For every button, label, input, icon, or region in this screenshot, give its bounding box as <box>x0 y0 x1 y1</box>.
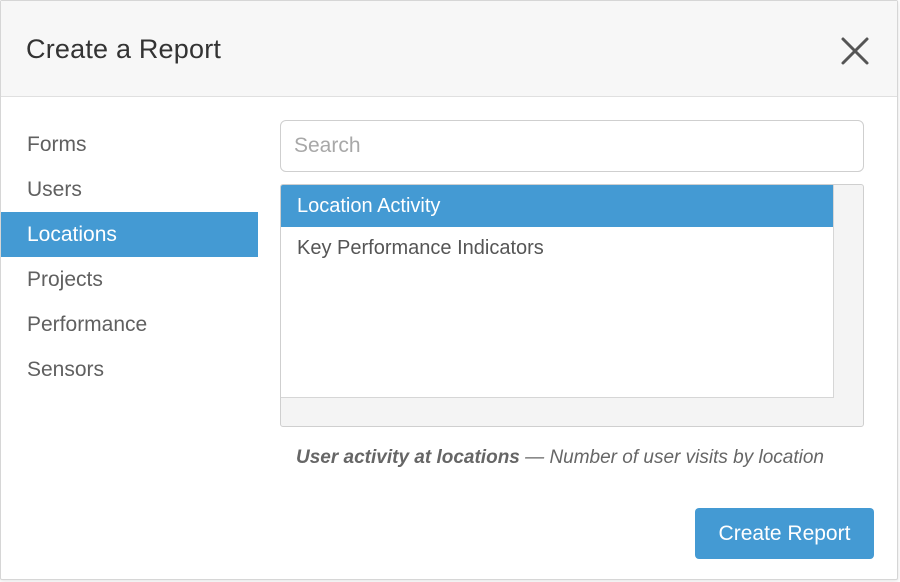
category-sidebar: Forms Users Locations Projects Performan… <box>1 122 258 392</box>
dialog-title: Create a Report <box>26 34 222 64</box>
sidebar-item-users[interactable]: Users <box>1 167 258 212</box>
close-icon <box>841 37 869 65</box>
report-item-location-activity[interactable]: Location Activity <box>281 185 833 227</box>
report-list-container[interactable]: Location Activity Key Performance Indica… <box>280 184 864 427</box>
sidebar-item-forms[interactable]: Forms <box>1 122 258 167</box>
report-list: Location Activity Key Performance Indica… <box>281 185 834 398</box>
description-separator: — <box>519 447 550 468</box>
sidebar-item-locations[interactable]: Locations <box>1 212 258 257</box>
sidebar-item-projects[interactable]: Projects <box>1 257 258 302</box>
create-report-dialog: Create a Report Forms Users Locations Pr… <box>0 0 898 580</box>
dialog-header: Create a Report <box>1 1 897 97</box>
close-button[interactable] <box>839 35 871 67</box>
description-text: Number of user visits by location <box>549 447 824 468</box>
create-report-button[interactable]: Create Report <box>695 508 874 559</box>
report-description: User activity at locations — Number of u… <box>296 447 824 469</box>
report-item-kpi[interactable]: Key Performance Indicators <box>281 227 833 269</box>
sidebar-item-performance[interactable]: Performance <box>1 302 258 347</box>
search-input[interactable] <box>280 120 864 172</box>
description-title: User activity at locations <box>296 447 520 468</box>
sidebar-item-sensors[interactable]: Sensors <box>1 347 258 392</box>
